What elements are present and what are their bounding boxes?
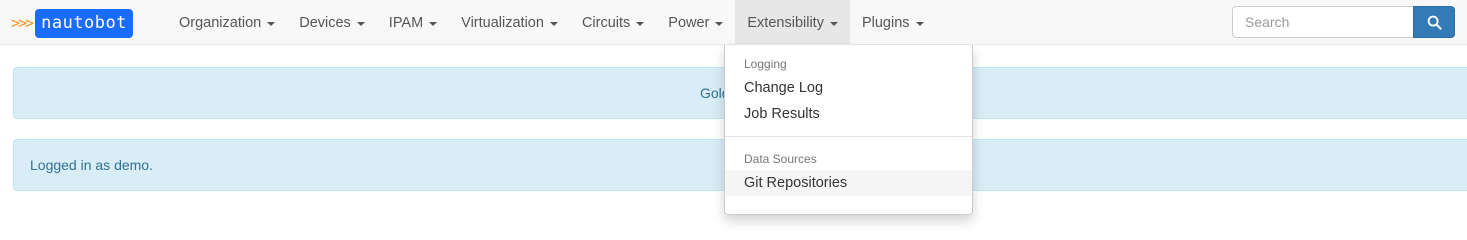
menu-item-git-repositories[interactable]: Git Repositories bbox=[725, 170, 972, 196]
login-message: Logged in as demo. bbox=[30, 157, 153, 173]
nav-power[interactable]: Power bbox=[656, 0, 735, 45]
search-icon bbox=[1427, 15, 1442, 30]
caret-down-icon bbox=[636, 21, 645, 26]
nav-virtualization[interactable]: Virtualization bbox=[449, 0, 570, 45]
nav-label: Organization bbox=[179, 14, 262, 31]
dropdown-header-logging: Logging bbox=[744, 57, 787, 71]
logo-wordmark: nautobot bbox=[35, 8, 133, 38]
extensibility-dropdown-menu: Logging Change Log Job Results Data Sour… bbox=[724, 45, 973, 215]
nav-label: Plugins bbox=[861, 14, 910, 31]
caret-down-icon bbox=[267, 21, 276, 26]
logo-chevrons: >>> bbox=[11, 14, 34, 32]
nav-label: Circuits bbox=[581, 14, 631, 31]
nav-label: Extensibility bbox=[747, 14, 824, 31]
nav-devices[interactable]: Devices bbox=[287, 0, 377, 45]
nav-extensibility[interactable]: Extensibility bbox=[735, 0, 850, 45]
nav-plugins[interactable]: Plugins bbox=[850, 0, 936, 45]
menu-item-change-log[interactable]: Change Log bbox=[725, 75, 972, 101]
nav-ipam[interactable]: IPAM bbox=[377, 0, 449, 45]
main-nav: Organization Devices IPAM Virtualization… bbox=[167, 0, 936, 45]
nav-label: Devices bbox=[299, 14, 351, 31]
top-navbar: >>> nautobot Organization Devices IPAM V… bbox=[0, 0, 1467, 45]
dropdown-header-data-sources: Data Sources bbox=[744, 152, 817, 166]
nav-label: Power bbox=[668, 14, 710, 31]
nav-label: IPAM bbox=[388, 14, 424, 31]
nav-circuits[interactable]: Circuits bbox=[570, 0, 656, 45]
nav-label: Virtualization bbox=[461, 14, 544, 31]
caret-down-icon bbox=[915, 21, 924, 26]
caret-down-icon bbox=[549, 21, 558, 26]
search-form bbox=[1232, 6, 1455, 38]
nav-organization[interactable]: Organization bbox=[167, 0, 287, 45]
search-button[interactable] bbox=[1413, 6, 1455, 38]
caret-down-icon bbox=[429, 21, 438, 26]
nautobot-logo[interactable]: >>> nautobot bbox=[11, 8, 133, 38]
menu-item-job-results[interactable]: Job Results bbox=[725, 101, 972, 127]
dropdown-divider bbox=[725, 136, 972, 137]
caret-down-icon bbox=[356, 21, 365, 26]
search-input[interactable] bbox=[1232, 6, 1413, 38]
caret-down-icon bbox=[829, 21, 838, 26]
caret-down-icon bbox=[715, 21, 724, 26]
